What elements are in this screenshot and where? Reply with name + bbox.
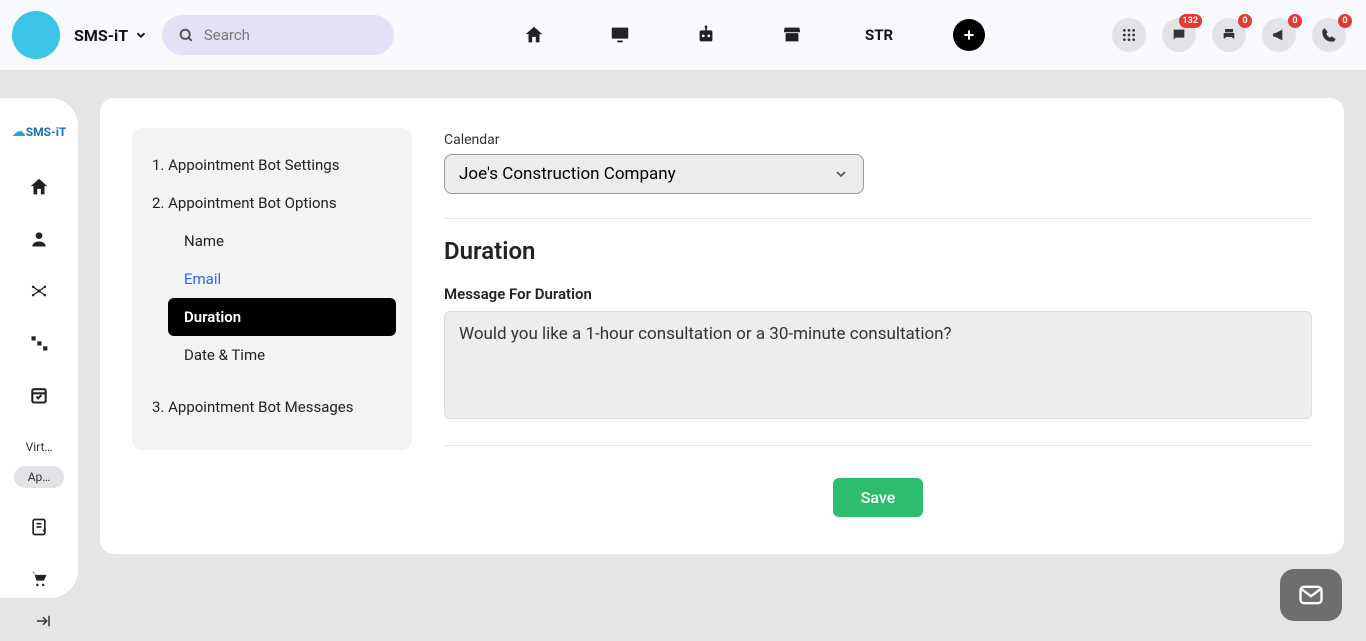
nav-user-icon[interactable] [24, 224, 54, 254]
nav-home-icon[interactable] [24, 172, 54, 202]
main-card: 1. Appointment Bot Settings 2. Appointme… [100, 98, 1344, 554]
nav-cart-icon[interactable] [24, 564, 54, 594]
support-chat-button[interactable] [1280, 569, 1342, 621]
print-icon [1221, 27, 1237, 43]
grid-icon [1121, 27, 1137, 43]
robot-icon[interactable] [693, 22, 719, 48]
calendar-value: Joe's Construction Company [459, 164, 676, 184]
desktop-icon[interactable] [607, 22, 633, 48]
search-box[interactable] [162, 15, 394, 55]
option-duration[interactable]: Duration [168, 298, 396, 336]
nav-labels: Virt… Ap… [0, 436, 78, 488]
save-row: Save [444, 464, 1312, 517]
topbar-center: STR [408, 19, 1098, 51]
phone-badge: 0 [1338, 14, 1352, 28]
nav-flow-icon[interactable] [24, 328, 54, 358]
print-button[interactable]: 0 [1212, 18, 1246, 52]
message-label: Message For Duration [444, 285, 1312, 303]
chat-button[interactable]: 132 [1162, 18, 1196, 52]
brand-name: SMS-iT [74, 26, 128, 45]
mail-icon [1297, 581, 1325, 609]
logo: ☁SMS-iT [8, 114, 70, 150]
option-email[interactable]: Email [132, 260, 412, 298]
left-sidebar: ☁SMS-iT Virt… Ap… [0, 98, 78, 598]
message-textarea[interactable] [444, 311, 1312, 419]
step-2-options[interactable]: 2. Appointment Bot Options [132, 184, 412, 222]
nav-network-icon[interactable] [24, 276, 54, 306]
settings-sidepanel: 1. Appointment Bot Settings 2. Appointme… [132, 128, 412, 450]
chevron-down-icon [833, 166, 849, 182]
store-icon[interactable] [779, 22, 805, 48]
nav-notes-icon[interactable] [24, 512, 54, 542]
search-input[interactable] [204, 26, 378, 44]
section-title: Duration [444, 237, 1312, 265]
phone-button[interactable]: 0 [1312, 18, 1346, 52]
announce-button[interactable]: 0 [1262, 18, 1296, 52]
calendar-label: Calendar [444, 132, 1312, 148]
chat-icon [1171, 27, 1187, 43]
topbar-right: 132 0 0 0 [1112, 18, 1346, 52]
print-badge: 0 [1238, 14, 1252, 28]
expand-sidebar-icon[interactable] [34, 612, 52, 634]
step-3-messages[interactable]: 3. Appointment Bot Messages [132, 388, 412, 426]
calendar-select[interactable]: Joe's Construction Company [444, 154, 864, 194]
home-icon[interactable] [521, 22, 547, 48]
nav-calendar-icon[interactable] [24, 380, 54, 410]
avatar[interactable] [12, 11, 60, 59]
nav-tab-virt[interactable]: Virt… [14, 436, 64, 458]
nav-tab-apps[interactable]: Ap… [14, 466, 64, 488]
option-datetime[interactable]: Date & Time [132, 336, 412, 374]
save-button[interactable]: Save [833, 478, 924, 517]
content-area: Calendar Joe's Construction Company Dura… [444, 128, 1312, 524]
step-1-settings[interactable]: 1. Appointment Bot Settings [132, 146, 412, 184]
apps-grid-button[interactable] [1112, 18, 1146, 52]
search-icon [178, 26, 194, 44]
topbar: SMS-iT STR 132 0 [0, 0, 1366, 70]
divider [444, 218, 1312, 219]
megaphone-icon [1271, 27, 1287, 43]
add-button[interactable] [953, 19, 985, 51]
brand-menu[interactable]: SMS-iT [74, 26, 148, 45]
option-name[interactable]: Name [132, 222, 412, 260]
str-button[interactable]: STR [865, 26, 893, 44]
chevron-down-icon [134, 28, 148, 42]
announce-badge: 0 [1288, 14, 1302, 28]
phone-icon [1321, 27, 1337, 43]
chat-badge: 132 [1179, 14, 1203, 28]
divider-2 [444, 445, 1312, 446]
